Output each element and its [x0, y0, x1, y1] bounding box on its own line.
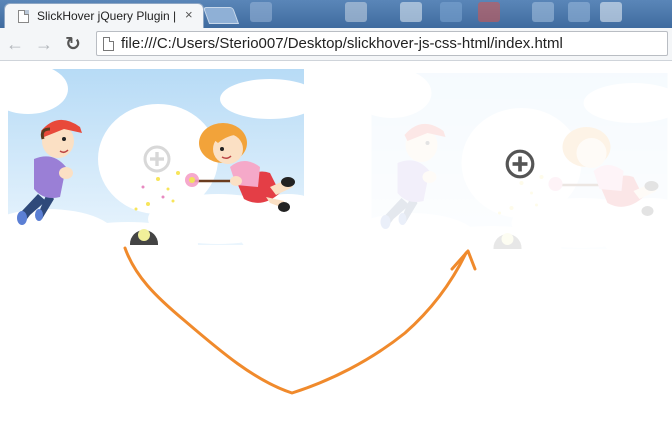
reload-icon[interactable]: ↻ — [62, 33, 84, 55]
tab-title: SlickHover jQuery Plugin | — [37, 9, 177, 23]
tab-close-icon[interactable]: × — [185, 7, 193, 22]
tab-slickhover[interactable]: SlickHover jQuery Plugin | × — [4, 3, 204, 28]
curved-arrow-icon — [123, 246, 477, 395]
new-tab-button[interactable] — [202, 7, 240, 24]
page-viewport — [0, 61, 672, 446]
page-icon — [103, 37, 114, 51]
background-icon — [600, 2, 622, 22]
address-bar[interactable]: file:///C:/Users/Sterio007/Desktop/slick… — [96, 31, 668, 56]
back-arrow-icon[interactable]: ← — [4, 33, 26, 55]
background-icon — [568, 2, 590, 22]
background-icon — [400, 2, 422, 22]
browser-toolbar: ← → ↻ file:///C:/Users/Sterio007/Desktop… — [0, 28, 672, 61]
address-url[interactable]: file:///C:/Users/Sterio007/Desktop/slick… — [121, 35, 563, 52]
background-icon — [478, 2, 500, 22]
background-icon — [440, 2, 462, 22]
background-icon — [345, 2, 367, 22]
forward-arrow-icon[interactable]: → — [33, 33, 55, 55]
page-favicon-icon — [18, 10, 29, 23]
background-icon — [532, 2, 554, 22]
background-icon — [250, 2, 272, 22]
tab-strip: SlickHover jQuery Plugin | × — [0, 0, 672, 28]
